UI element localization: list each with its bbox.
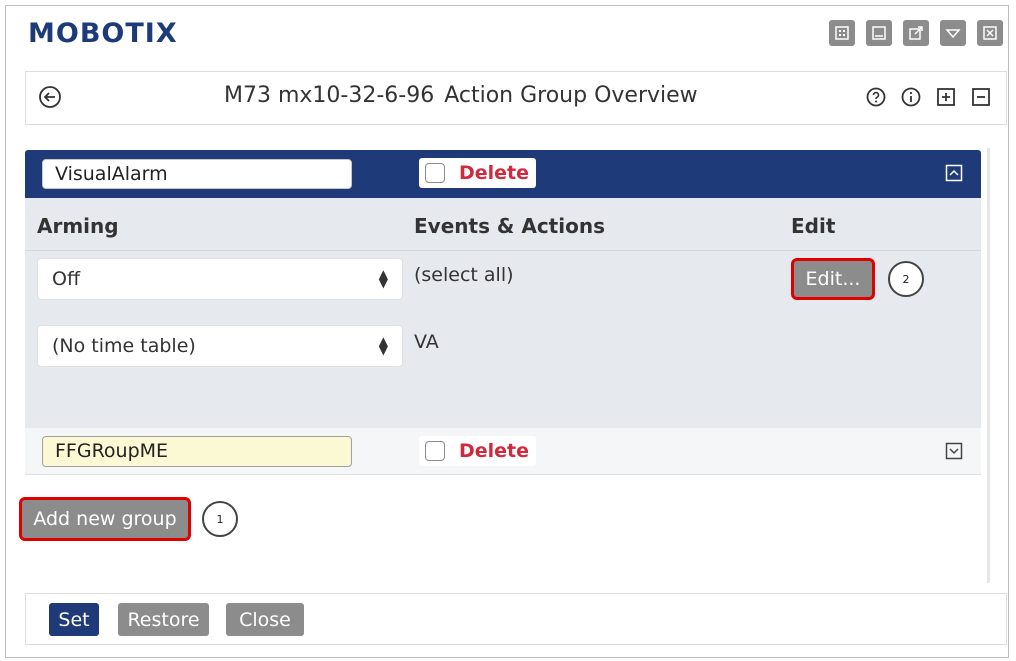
delete-group-option[interactable]: Delete [419,158,537,188]
add-new-group-button[interactable]: Add new group [19,497,191,541]
restore-button[interactable]: Restore [118,603,209,636]
info-icon[interactable] [900,86,922,108]
time-table-select-value: (No time table) [52,335,196,357]
delete-checkbox[interactable] [425,163,445,183]
collapse-all-icon[interactable] [970,86,992,108]
footer-bar: Set Restore Close [25,593,1007,645]
back-icon[interactable] [37,84,63,110]
expand-all-icon[interactable] [935,86,957,108]
group-list: VisualAlarm Delete Arming Events & Actio… [25,150,981,475]
page-title: M73 mx10-32-6-96 Action Group Overview [224,83,698,108]
delete-group-option[interactable]: Delete [419,436,537,466]
select-arrows-icon: ▲ ▼ [378,334,388,357]
delete-checkbox[interactable] [425,441,445,461]
arming-select[interactable]: Off ▲ ▼ [37,258,403,300]
delete-label: Delete [459,162,530,184]
select-arrows-icon: ▲ ▼ [378,267,388,290]
events-actions-column-header: Events & Actions [414,214,605,238]
delete-label: Delete [459,440,530,462]
window-toolbar [829,20,1003,46]
group-name-input[interactable]: FFGRoupME [42,436,352,467]
time-table-select[interactable]: (No time table) ▲ ▼ [37,325,403,367]
close-icon[interactable] [977,20,1003,46]
event-item[interactable]: VA [414,331,439,353]
popout-icon[interactable] [903,20,929,46]
mobotix-logo: MOBOTIX [28,18,178,49]
event-select-all[interactable]: (select all) [414,264,514,286]
arming-column-header: Arming [37,214,119,238]
expand-group-icon[interactable] [945,442,963,460]
group-header: VisualAlarm Delete [25,150,981,198]
header-divider [25,250,981,251]
collapse-group-icon[interactable] [945,164,963,182]
set-button[interactable]: Set [49,603,99,636]
callout-marker: 2 [888,261,924,297]
edit-column-header: Edit [791,214,836,238]
page-name: Action Group Overview [444,83,698,108]
dropdown-icon[interactable] [940,20,966,46]
camera-name: M73 mx10-32-6-96 [224,83,435,108]
close-button[interactable]: Close [226,603,304,636]
view-icon[interactable] [829,20,855,46]
group-header-collapsed: FFGRoupME Delete [25,428,981,475]
help-icon[interactable] [865,86,887,108]
minimize-icon[interactable] [866,20,892,46]
arming-select-value: Off [52,268,81,290]
edit-button[interactable]: Edit... [791,258,875,300]
callout-marker: 1 [202,501,238,537]
group-body: Arming Events & Actions Edit Off ▲ ▼ (No … [25,198,981,428]
group-name-input[interactable]: VisualAlarm [42,159,352,189]
page-title-bar: M73 mx10-32-6-96 Action Group Overview [25,71,1007,125]
scrollbar[interactable] [987,148,990,583]
